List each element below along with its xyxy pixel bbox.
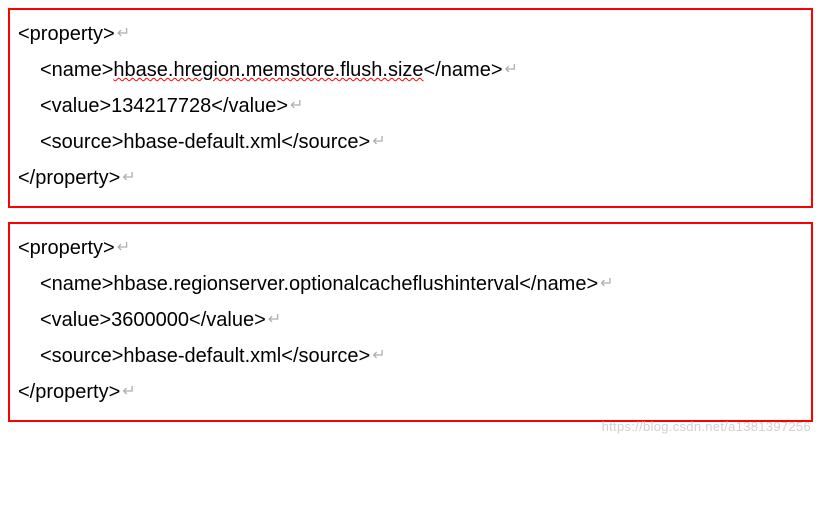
property-close-tag: </property> <box>18 167 120 189</box>
xml-close-tag-line: </property>↵ <box>18 374 803 410</box>
property-open-tag: <property> <box>18 23 115 45</box>
watermark-text: https://blog.csdn.net/a1381397256 <box>602 419 811 434</box>
xml-close-tag-line: </property>↵ <box>18 160 803 196</box>
source-close-tag: </source> <box>281 345 370 367</box>
property-block: <property>↵ <name>hbase.regionserver.opt… <box>8 222 813 422</box>
crlf-icon: ↵ <box>117 25 130 42</box>
value-open-tag: <value> <box>40 95 111 117</box>
property-name-value: hbase.hregion.memstore.flush.size <box>113 59 423 81</box>
crlf-icon: ↵ <box>600 275 613 292</box>
property-block: <property>↵ <name>hbase.hregion.memstore… <box>8 8 813 208</box>
value-open-tag: <value> <box>40 309 111 331</box>
source-open-tag: <source> <box>40 345 123 367</box>
name-close-tag: </name> <box>519 273 598 295</box>
crlf-icon: ↵ <box>268 311 281 328</box>
crlf-icon: ↵ <box>372 347 385 364</box>
source-close-tag: </source> <box>281 131 370 153</box>
xml-value-line: <value>134217728</value>↵ <box>18 88 803 124</box>
crlf-icon: ↵ <box>505 61 518 78</box>
property-source-text: hbase-default.xml <box>123 131 281 153</box>
name-open-tag: <name> <box>40 273 113 295</box>
name-open-tag: <name> <box>40 59 113 81</box>
crlf-icon: ↵ <box>122 383 135 400</box>
crlf-icon: ↵ <box>290 97 303 114</box>
xml-open-tag-line: <property>↵ <box>18 16 803 52</box>
xml-source-line: <source>hbase-default.xml</source>↵ <box>18 338 803 374</box>
property-source-text: hbase-default.xml <box>123 345 281 367</box>
xml-name-line: <name>hbase.regionserver.optionalcachefl… <box>18 266 803 302</box>
property-value-text: 134217728 <box>111 95 211 117</box>
value-close-tag: </value> <box>211 95 288 117</box>
xml-value-line: <value>3600000</value>↵ <box>18 302 803 338</box>
property-value-text: 3600000 <box>111 309 189 331</box>
source-open-tag: <source> <box>40 131 123 153</box>
xml-source-line: <source>hbase-default.xml</source>↵ <box>18 124 803 160</box>
crlf-icon: ↵ <box>372 133 385 150</box>
crlf-icon: ↵ <box>117 239 130 256</box>
crlf-icon: ↵ <box>122 169 135 186</box>
property-close-tag: </property> <box>18 381 120 403</box>
name-close-tag: </name> <box>424 59 503 81</box>
property-name-value: hbase.regionserver.optionalcacheflushint… <box>113 273 519 295</box>
xml-open-tag-line: <property>↵ <box>18 230 803 266</box>
property-open-tag: <property> <box>18 237 115 259</box>
value-close-tag: </value> <box>189 309 266 331</box>
xml-name-line: <name>hbase.hregion.memstore.flush.size<… <box>18 52 803 88</box>
